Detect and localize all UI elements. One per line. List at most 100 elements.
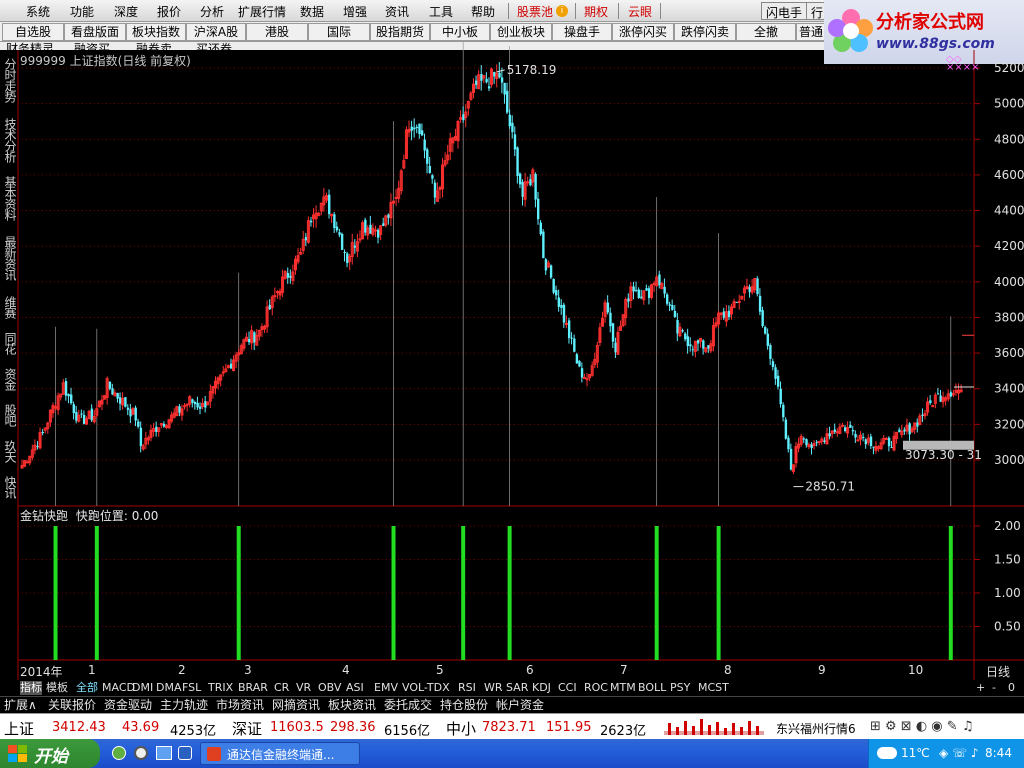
- function-tab[interactable]: 网摘资讯: [272, 698, 320, 713]
- candle-body-down: [782, 404, 785, 418]
- chart-control-icon[interactable]: ◇◇ ××××: [946, 55, 980, 73]
- function-tab[interactable]: 委托成交: [384, 698, 432, 713]
- candle-body-down: [418, 123, 421, 135]
- status-icons[interactable]: ⊞ ⚙ ⊠ ◐ ◉ ✎ ♫: [870, 719, 973, 734]
- function-tab[interactable]: 扩展∧: [4, 698, 37, 713]
- indicator-tab[interactable]: 全部: [76, 681, 98, 695]
- candle-body-down: [67, 394, 70, 397]
- candle-body-down: [511, 122, 514, 133]
- indicator-tab[interactable]: MCST: [698, 681, 729, 695]
- start-button[interactable]: 开始: [0, 739, 100, 768]
- candle-body-down: [776, 375, 780, 387]
- indicator-tab[interactable]: MTM: [610, 681, 636, 695]
- zx-index-name[interactable]: 中小: [446, 718, 476, 739]
- zx-index-change: 151.95: [546, 720, 592, 735]
- indicator-tab[interactable]: BOLL: [638, 681, 666, 695]
- indicator-tab[interactable]: OBV: [318, 681, 341, 695]
- candle-body-down: [890, 447, 893, 449]
- sz-index-name[interactable]: 深证: [232, 718, 262, 739]
- candle-body-down: [637, 289, 641, 298]
- signal-bar: [507, 526, 512, 660]
- indicator-tab[interactable]: ASI: [346, 681, 364, 695]
- function-tab[interactable]: 主力轨迹: [160, 698, 208, 713]
- candle-body-down: [196, 402, 199, 408]
- candle-body-down: [916, 422, 919, 427]
- taskbar-app-tongdaxin[interactable]: 通达信金融终端通...: [200, 742, 360, 765]
- indicator-tab[interactable]: MACD: [102, 681, 135, 695]
- candle-body-down: [557, 297, 561, 307]
- weather-cloud-icon[interactable]: [877, 747, 897, 759]
- candle-body-down: [764, 327, 767, 334]
- candle-body-up: [582, 376, 586, 379]
- signal-bar: [654, 526, 659, 660]
- indicator-tab[interactable]: 指标: [20, 681, 42, 695]
- candle-body-down: [487, 86, 491, 89]
- candle-body-down: [862, 437, 865, 439]
- indicator-tab[interactable]: 模板: [46, 681, 68, 695]
- quicklaunch-player-icon[interactable]: [134, 746, 148, 760]
- candle-body-down: [415, 126, 419, 128]
- activity-bars-icon: [664, 719, 764, 735]
- period-label[interactable]: 日线: [986, 663, 1010, 680]
- indicator-tab[interactable]: DMI: [132, 681, 153, 695]
- signal-bar: [948, 526, 953, 660]
- indicator-tab[interactable]: VOL-TDX: [402, 681, 450, 695]
- candle-body-down: [70, 394, 73, 404]
- indicator-tab[interactable]: BRAR: [238, 681, 268, 695]
- candle-body-up: [394, 196, 398, 199]
- candle-body-down: [696, 340, 700, 344]
- quicklaunch-desktop-icon[interactable]: [156, 746, 172, 760]
- indicator-control-button[interactable]: 0: [1008, 681, 1015, 695]
- function-tab[interactable]: 资金驱动: [104, 698, 152, 713]
- candle-body-down: [908, 423, 911, 435]
- price-tick-label: 4600: [994, 168, 1024, 182]
- function-tab[interactable]: 板块资讯: [328, 698, 376, 713]
- function-tab[interactable]: 关联报价: [48, 698, 96, 713]
- tray-icons[interactable]: ◈ ☏ ♪: [939, 746, 979, 760]
- quicklaunch-browser-icon[interactable]: [112, 746, 126, 760]
- candle-body-down: [199, 406, 202, 409]
- quicklaunch-app-icon[interactable]: [178, 746, 192, 760]
- candle-body-down: [480, 74, 483, 81]
- x-tick-label: 7: [620, 663, 628, 677]
- candle-body-down: [769, 345, 772, 359]
- candle-body-down: [823, 440, 826, 442]
- indicator-tab[interactable]: WR: [484, 681, 503, 695]
- indicator-control-button[interactable]: +: [976, 681, 985, 695]
- indicator-control-button[interactable]: -: [992, 681, 996, 695]
- candle-body-down: [609, 312, 612, 327]
- candle-body-down: [382, 223, 385, 226]
- candle-body-down: [663, 286, 666, 294]
- indicator-tab[interactable]: PSY: [670, 681, 690, 695]
- function-tab[interactable]: 市场资讯: [216, 698, 264, 713]
- indicator-tab[interactable]: EMV: [374, 681, 398, 695]
- candle-body-down: [748, 287, 751, 293]
- candle-body-down: [539, 222, 542, 235]
- candle-body-down: [36, 446, 39, 448]
- last-price-label: 3073.30 - 31: [905, 448, 982, 462]
- indicator-tab[interactable]: RSI: [458, 681, 476, 695]
- candle-body-down: [248, 338, 251, 343]
- clock[interactable]: 8:44: [985, 746, 1012, 760]
- indicator-tab[interactable]: SAR: [506, 681, 528, 695]
- indicator-tab[interactable]: DMA: [156, 681, 182, 695]
- indicator-tab[interactable]: ROC: [584, 681, 608, 695]
- candle-body-down: [766, 333, 770, 346]
- indicator-tab[interactable]: CR: [274, 681, 289, 695]
- function-tab[interactable]: 持仓股份: [440, 698, 488, 713]
- indicator-tab[interactable]: TRIX: [208, 681, 233, 695]
- weather-temp[interactable]: 11℃: [901, 746, 930, 760]
- chart-area[interactable]: 5200 5000 4800 4600 4400 4200 4000 3800 3600 3400…: [0, 0, 1024, 680]
- indicator-tab[interactable]: VR: [296, 681, 311, 695]
- indicator-tab[interactable]: FSL: [182, 681, 201, 695]
- function-tab[interactable]: 帐户资金: [496, 698, 544, 713]
- indicator-tick-label: 1.50: [994, 553, 1021, 567]
- indicator-param: 快跑位置: 0.00: [75, 509, 159, 523]
- indicator-tab[interactable]: CCI: [558, 681, 577, 695]
- candle-body-down: [691, 349, 695, 351]
- sh-index-name[interactable]: 上证: [4, 718, 34, 739]
- indicator-tab[interactable]: KDJ: [532, 681, 551, 695]
- candle-body-down: [387, 214, 390, 218]
- candle-body-down: [286, 273, 290, 278]
- data-source-label[interactable]: 东兴福州行情6: [776, 720, 856, 737]
